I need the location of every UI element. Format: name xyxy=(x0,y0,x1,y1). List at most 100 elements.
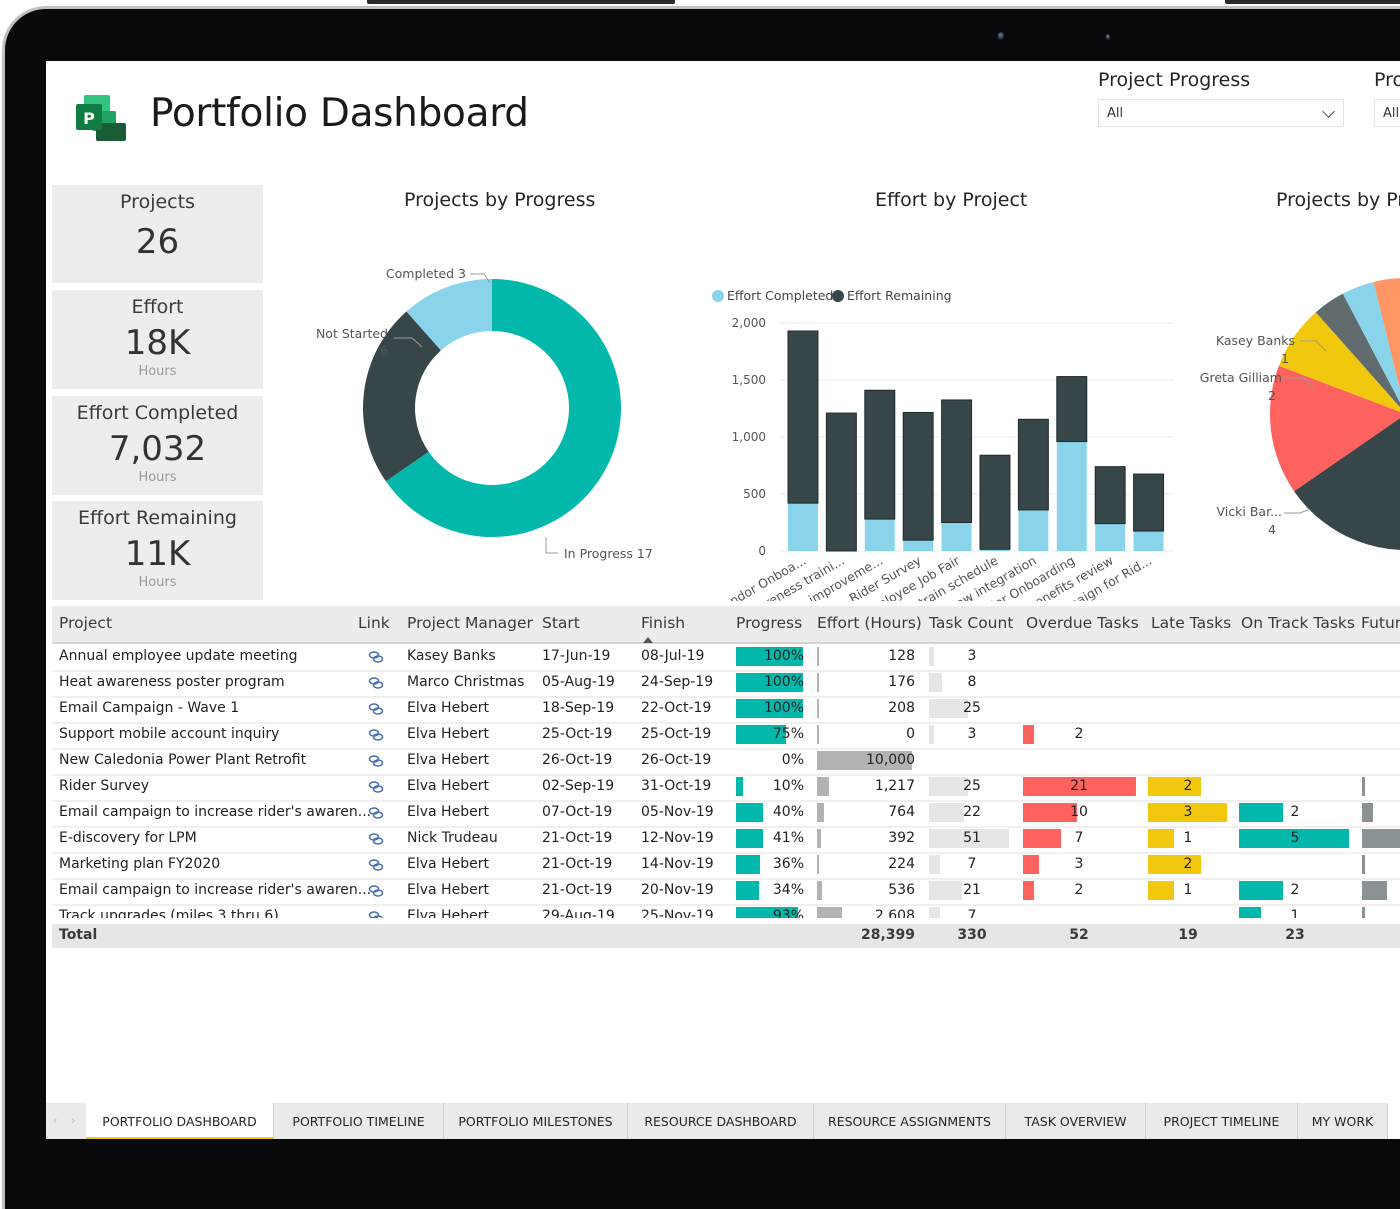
bar-remaining[interactable] xyxy=(825,412,857,552)
bar-remaining[interactable] xyxy=(1094,466,1126,525)
column-header-overdue[interactable]: Overdue Tasks xyxy=(1026,614,1139,632)
bar-completed[interactable] xyxy=(1095,523,1126,551)
bar-remaining[interactable] xyxy=(902,411,934,541)
bar-completed[interactable] xyxy=(1056,441,1087,551)
table-row[interactable]: Support mobile account inquiry Elva Heber… xyxy=(52,722,1400,750)
effort-by-project-chart[interactable]: Effort Completed Effort Remaining 0 500 1,00… xyxy=(700,221,1180,601)
report-canvas: P Portfolio Dashboard Project Progress A… xyxy=(46,61,1400,1139)
table-row[interactable]: Email campaign to increase rider's aware… xyxy=(52,878,1400,906)
tab-scroll-right-icon[interactable]: › xyxy=(71,1114,75,1127)
bar-completed[interactable] xyxy=(1018,509,1049,551)
column-header-future[interactable]: Futur xyxy=(1361,614,1400,632)
legend-marker[interactable] xyxy=(712,290,724,302)
column-header-progress[interactable]: Progress xyxy=(736,614,802,632)
card-unit: Hours xyxy=(138,575,177,590)
dropdown-value: All xyxy=(1107,106,1124,121)
cell-late: 1 xyxy=(1183,830,1193,846)
link-icon[interactable] xyxy=(368,779,384,793)
bar-remaining[interactable] xyxy=(787,330,819,504)
future-bar xyxy=(1362,907,1365,918)
slicer-project-manager: Project Manager All xyxy=(1374,69,1400,127)
column-header-finish[interactable]: Finish xyxy=(641,614,685,643)
slicer-project-progress: Project Progress All xyxy=(1098,69,1344,127)
project-manager-dropdown[interactable]: All xyxy=(1374,99,1400,127)
page-tabs: ‹ › PORTFOLIO DASHBOARD PORTFOLIO TIMELIN… xyxy=(46,1103,1400,1139)
link-icon[interactable] xyxy=(368,649,384,663)
tab-scroll-left-icon[interactable]: ‹ xyxy=(53,1114,57,1127)
table-row[interactable]: Track upgrades (miles 3 thru 6) Elva Hebe… xyxy=(52,904,1400,918)
pie-label-value: 1 xyxy=(1281,351,1289,366)
card-value: 7,032 xyxy=(108,429,207,469)
projects-by-progress-donut[interactable]: In Progress 17 Not Started 6 Completed 3 xyxy=(266,241,666,581)
legend-label[interactable]: Effort Completed xyxy=(727,288,833,303)
bar-remaining[interactable] xyxy=(1017,418,1049,511)
link-icon[interactable] xyxy=(368,753,384,767)
bar-completed[interactable] xyxy=(903,540,934,551)
tab-resource-assignments[interactable]: RESOURCE ASSIGNMENTS xyxy=(814,1103,1006,1139)
tab-portfolio-milestones[interactable]: PORTFOLIO MILESTONES xyxy=(444,1103,628,1139)
tab-portfolio-timeline[interactable]: PORTFOLIO TIMELINE xyxy=(274,1103,444,1139)
column-header-manager[interactable]: Project Manager xyxy=(407,614,533,632)
table-row[interactable]: Rider Survey Elva Hebert 02-Sep-19 31-Oct-1… xyxy=(52,774,1400,802)
tab-task-overview[interactable]: TASK OVERVIEW xyxy=(1006,1103,1146,1139)
legend-marker[interactable] xyxy=(832,290,844,302)
column-header-project[interactable]: Project xyxy=(59,614,112,632)
y-tick-label: 500 xyxy=(743,487,766,501)
cell-progress: 100% xyxy=(763,648,804,664)
column-header-start[interactable]: Start xyxy=(542,614,580,632)
link-icon[interactable] xyxy=(368,909,384,918)
bar-remaining[interactable] xyxy=(864,389,896,520)
tab-portfolio-dashboard[interactable]: PORTFOLIO DASHBOARD xyxy=(86,1103,274,1139)
table-row[interactable]: New Caledonia Power Plant Retrofit Elva H… xyxy=(52,748,1400,776)
legend-label[interactable]: Effort Remaining xyxy=(847,288,952,303)
link-icon[interactable] xyxy=(368,701,384,715)
cell-overdue: 10 xyxy=(1070,804,1088,820)
table-row[interactable]: Email Campaign - Wave 1 Elva Hebert 18-Sep… xyxy=(52,696,1400,724)
bar-completed[interactable] xyxy=(788,503,818,551)
link-icon[interactable] xyxy=(368,831,384,845)
column-header-effort[interactable]: Effort (Hours) xyxy=(817,614,922,632)
tab-project-timeline[interactable]: PROJECT TIMELINE xyxy=(1146,1103,1298,1139)
tab-resource-dashboard[interactable]: RESOURCE DASHBOARD xyxy=(628,1103,814,1139)
link-icon[interactable] xyxy=(368,857,384,871)
table-row[interactable]: Marketing plan FY2020 Elva Hebert 21-Oct-1… xyxy=(52,852,1400,880)
pie-chart-title: Projects by Pro xyxy=(1276,189,1400,211)
link-icon[interactable] xyxy=(368,805,384,819)
cell-effort: 128 xyxy=(888,648,915,664)
bar-remaining[interactable] xyxy=(1133,473,1165,532)
cell-progress: 0% xyxy=(781,752,804,768)
leader-line xyxy=(1284,508,1311,514)
cell-task-count: 8 xyxy=(967,674,977,690)
bar-completed[interactable] xyxy=(864,519,895,551)
cell-start: 21-Oct-19 xyxy=(542,856,613,872)
bar-completed[interactable] xyxy=(1133,531,1164,551)
bar-remaining[interactable] xyxy=(1056,376,1088,443)
cell-effort: 764 xyxy=(888,804,915,820)
link-icon[interactable] xyxy=(368,727,384,741)
column-header-late[interactable]: Late Tasks xyxy=(1151,614,1231,632)
link-icon[interactable] xyxy=(368,883,384,897)
column-header-link[interactable]: Link xyxy=(358,614,390,632)
logo-letter: P xyxy=(83,109,95,128)
column-header-task-count[interactable]: Task Count xyxy=(929,614,1013,632)
bar-completed[interactable] xyxy=(941,522,972,552)
project-progress-dropdown[interactable]: All xyxy=(1098,99,1344,127)
bar-remaining[interactable] xyxy=(941,399,973,523)
cell-start: 18-Sep-19 xyxy=(542,700,615,716)
link-icon[interactable] xyxy=(368,675,384,689)
cell-overdue: 2 xyxy=(1074,726,1084,742)
table-row[interactable]: Email campaign to increase rider's aware… xyxy=(52,800,1400,828)
cell-effort: 224 xyxy=(888,856,915,872)
bar-remaining[interactable] xyxy=(979,454,1011,550)
cell-finish: 31-Oct-19 xyxy=(641,778,712,794)
table-row[interactable]: Heat awareness poster program Marco Chris… xyxy=(52,670,1400,698)
cell-finish: 26-Oct-19 xyxy=(641,752,712,768)
projects-by-manager-pie[interactable]: Kasey Banks1Greta Gilliam2Vicki Bar...4M… xyxy=(1170,241,1400,581)
tab-my-work[interactable]: MY WORK xyxy=(1298,1103,1388,1139)
cell-overdue: 21 xyxy=(1070,778,1088,794)
card-value: 26 xyxy=(135,222,180,262)
table-row[interactable]: Annual employee update meeting Kasey Bank… xyxy=(52,644,1400,672)
effort-bar xyxy=(817,855,819,874)
column-header-on-track[interactable]: On Track Tasks xyxy=(1241,614,1355,632)
table-row[interactable]: E-discovery for LPM Nick Trudeau 21-Oct-19… xyxy=(52,826,1400,854)
